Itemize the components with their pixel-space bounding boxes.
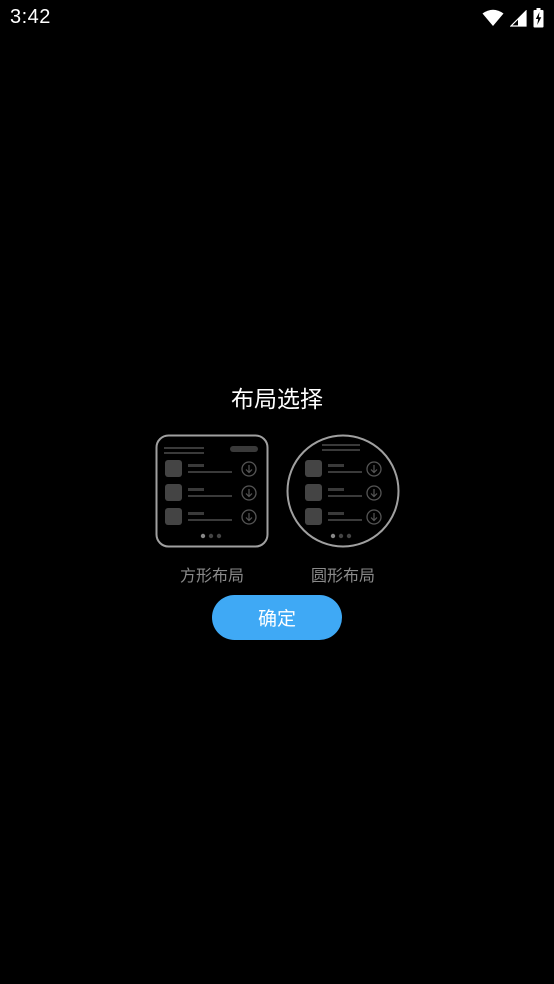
round-layout-option[interactable] [286,434,400,548]
square-layout-preview [155,434,269,548]
status-time: 3:42 [10,6,51,28]
battery-charging-icon [533,8,544,28]
cell-signal-icon [510,9,527,27]
round-layout-preview [286,434,400,548]
status-bar: 3:42 [0,0,554,38]
wifi-icon [482,9,504,26]
round-layout-label: 圆形布局 [310,566,375,585]
status-icons [482,8,544,28]
confirm-button[interactable]: 确定 [212,595,342,640]
square-layout-label: 方形布局 [179,566,244,585]
square-layout-option[interactable] [155,434,269,548]
dialog-title: 布局选择 [231,387,323,413]
